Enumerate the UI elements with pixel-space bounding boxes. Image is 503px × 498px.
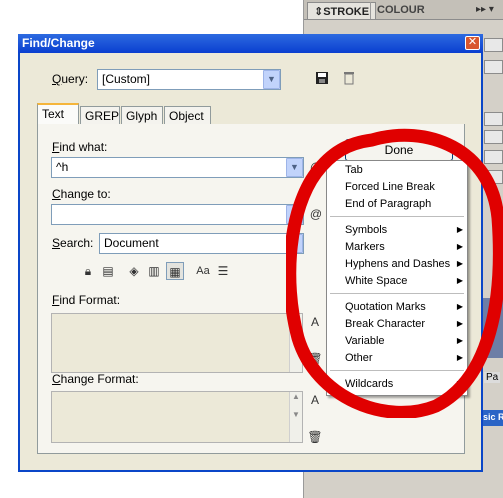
- find-format-label: Find Format:: [52, 293, 121, 307]
- panel-partial-label: Pa: [484, 372, 501, 383]
- panel-field[interactable]: [484, 60, 503, 74]
- panel-field[interactable]: [484, 150, 503, 164]
- menu-item-symbols[interactable]: Symbols ▶: [345, 222, 463, 238]
- menu-item-wildcards[interactable]: Wildcards ▶: [345, 376, 463, 392]
- submenu-arrow-icon: ▶: [456, 302, 463, 311]
- specify-change-format-icon[interactable]: A: [306, 391, 324, 409]
- menu-separator: [330, 293, 464, 294]
- query-label: Query:: [52, 72, 89, 86]
- include-locked-stories-icon[interactable]: ▤: [99, 262, 117, 280]
- menu-item-end-of-paragraph[interactable]: End of Paragraph: [345, 196, 463, 212]
- special-characters-menu: Tab Forced Line Break End of Paragraph S…: [326, 160, 468, 396]
- tab-grep[interactable]: GREP: [80, 106, 120, 125]
- tab-glyph[interactable]: Glyph: [121, 106, 163, 125]
- include-locked-layers-icon[interactable]: 🔒︎: [79, 262, 97, 280]
- include-footnotes-icon[interactable]: ▦: [166, 262, 184, 280]
- change-to-input[interactable]: [51, 204, 304, 225]
- submenu-arrow-icon: ▶: [456, 336, 463, 345]
- delete-query-icon[interactable]: [340, 71, 358, 89]
- close-icon[interactable]: ✕: [465, 36, 480, 50]
- trash-icon[interactable]: 🗑︎: [306, 428, 324, 446]
- find-what-label: Find what:: [52, 140, 108, 154]
- tab-object[interactable]: Object: [164, 106, 211, 125]
- done-button[interactable]: Done: [345, 139, 453, 161]
- panel-field[interactable]: [484, 112, 503, 126]
- menu-item-break-character[interactable]: Break Character ▶: [345, 316, 463, 332]
- panel-swatch: [483, 298, 503, 358]
- submenu-arrow-icon: ▶: [456, 353, 463, 362]
- change-format-scrollbar[interactable]: ▲ ▼: [289, 392, 302, 442]
- include-master-pages-icon[interactable]: ▥: [145, 262, 163, 280]
- panel-partial-label: sic R: [483, 410, 503, 426]
- chevron-down-icon[interactable]: ▼: [286, 205, 303, 224]
- tab-stroke[interactable]: ⇕STROKE: [307, 2, 377, 19]
- menu-item-forced-line-break[interactable]: Forced Line Break: [345, 179, 463, 195]
- find-format-scrollbar[interactable]: ▲ ▼: [289, 314, 302, 372]
- menu-item-variable[interactable]: Variable ▶: [345, 333, 463, 349]
- include-hidden-layers-icon[interactable]: ◈: [125, 262, 143, 280]
- submenu-arrow-icon: ▶: [456, 319, 463, 328]
- chevron-down-icon[interactable]: ▼: [286, 234, 303, 253]
- panel-field[interactable]: [484, 170, 503, 184]
- menu-item-white-space[interactable]: White Space ▶: [345, 273, 463, 289]
- dialog-title: Find/Change: [18, 34, 483, 53]
- save-query-icon[interactable]: [313, 71, 331, 89]
- menu-item-other[interactable]: Other ▶: [345, 350, 463, 366]
- chevron-down-icon[interactable]: ▼: [286, 158, 303, 177]
- chevron-down-icon[interactable]: ▼: [263, 70, 280, 89]
- panel-menu-icon[interactable]: ▸▸ ▾: [476, 4, 494, 15]
- search-label: Search:: [52, 236, 94, 250]
- special-characters-icon[interactable]: @: [307, 158, 325, 176]
- find-what-input[interactable]: ^h: [51, 157, 304, 178]
- specify-find-format-icon[interactable]: A: [306, 313, 324, 331]
- change-format-label: Change Format:: [52, 372, 139, 386]
- menu-item-quotation-marks[interactable]: Quotation Marks ▶: [345, 299, 463, 315]
- submenu-arrow-icon: ▶: [456, 259, 463, 268]
- menu-separator: [330, 216, 464, 217]
- whole-word-icon[interactable]: ☰: [214, 262, 232, 280]
- menu-separator: [330, 370, 464, 371]
- special-characters-icon[interactable]: @: [307, 205, 325, 223]
- menu-item-tab[interactable]: Tab: [345, 162, 463, 178]
- tab-text[interactable]: Text: [37, 103, 79, 125]
- panel-field[interactable]: [484, 38, 503, 52]
- case-sensitive-icon[interactable]: Aa: [194, 262, 212, 280]
- submenu-arrow-icon: ▶: [456, 242, 463, 251]
- submenu-arrow-icon: ▶: [456, 276, 463, 285]
- search-scope-select[interactable]: Document: [99, 233, 304, 254]
- change-format-box[interactable]: [51, 391, 303, 443]
- submenu-arrow-icon: ▶: [456, 379, 463, 388]
- trash-icon[interactable]: 🗑︎: [306, 350, 324, 368]
- change-to-label: Change to:: [52, 187, 111, 201]
- find-format-box[interactable]: [51, 313, 303, 373]
- menu-item-markers[interactable]: Markers ▶: [345, 239, 463, 255]
- menu-item-hyphens-and-dashes[interactable]: Hyphens and Dashes ▶: [345, 256, 463, 272]
- tab-colour[interactable]: COLOUR: [370, 2, 431, 19]
- panel-field[interactable]: [484, 130, 503, 144]
- submenu-arrow-icon: ▶: [456, 225, 463, 234]
- query-select[interactable]: [Custom]: [97, 69, 281, 90]
